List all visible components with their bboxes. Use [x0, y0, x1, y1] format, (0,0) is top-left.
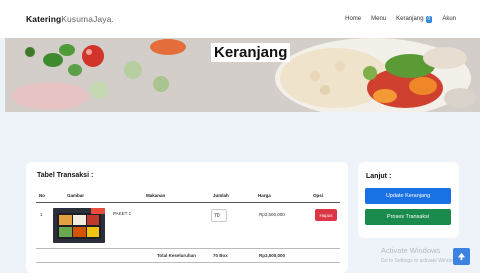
col-option: Opsi — [313, 193, 324, 198]
header-divider — [36, 202, 340, 203]
nav-home[interactable]: Home — [345, 16, 361, 22]
row-divider — [36, 248, 340, 249]
update-cart-button[interactable]: Update Keranjang — [365, 188, 451, 204]
total-qty: 70 Box — [213, 253, 228, 258]
total-label: Total Keseluruhan — [157, 253, 196, 258]
col-price: Harga — [258, 193, 271, 198]
quantity-input[interactable]: 70 — [211, 209, 227, 222]
col-food: Makanan — [146, 193, 166, 198]
row-food: PAKET 1 — [113, 211, 132, 216]
arrow-up-icon — [457, 252, 466, 261]
cart-count-badge: 0 — [425, 15, 433, 23]
process-transaction-button[interactable]: Proses Transaksi — [365, 209, 451, 225]
next-step-title: Lanjut : — [366, 173, 392, 180]
hero-banner: Keranjang — [5, 38, 480, 112]
col-qty: Jumlah — [213, 193, 229, 198]
col-image: Gambar — [67, 193, 85, 198]
nav-account[interactable]: Akun — [442, 16, 456, 22]
row-price: Rp3,500,000 — [259, 212, 285, 217]
activate-windows-hint: Go to Settings to activate Windows. — [381, 258, 460, 264]
brand-logo[interactable]: KateringKusumaJaya. — [26, 14, 114, 24]
nav-menu: Home Menu Keranjang 0 Akun — [345, 15, 456, 23]
activate-windows-watermark: Activate Windows — [381, 246, 441, 255]
navbar: KateringKusumaJaya. Home Menu Keranjang … — [0, 0, 480, 38]
total-price: Rp3,500,000 — [259, 253, 286, 258]
delete-button[interactable]: Hapus — [315, 209, 337, 221]
brand-name-bold: Katering — [26, 14, 62, 24]
nav-cart[interactable]: Keranjang 0 — [396, 15, 433, 23]
nav-cart-label: Keranjang — [396, 16, 424, 22]
col-no: No — [39, 193, 45, 198]
brand-name-light: KusumaJaya. — [61, 14, 114, 24]
transaction-title: Tabel Transaksi : — [37, 172, 94, 179]
page-title: Keranjang — [211, 43, 291, 62]
food-image — [53, 208, 105, 243]
nav-menu-link[interactable]: Menu — [371, 16, 386, 22]
scroll-top-button[interactable] — [453, 248, 470, 265]
row-no: 1 — [40, 212, 43, 217]
total-divider — [36, 262, 340, 263]
